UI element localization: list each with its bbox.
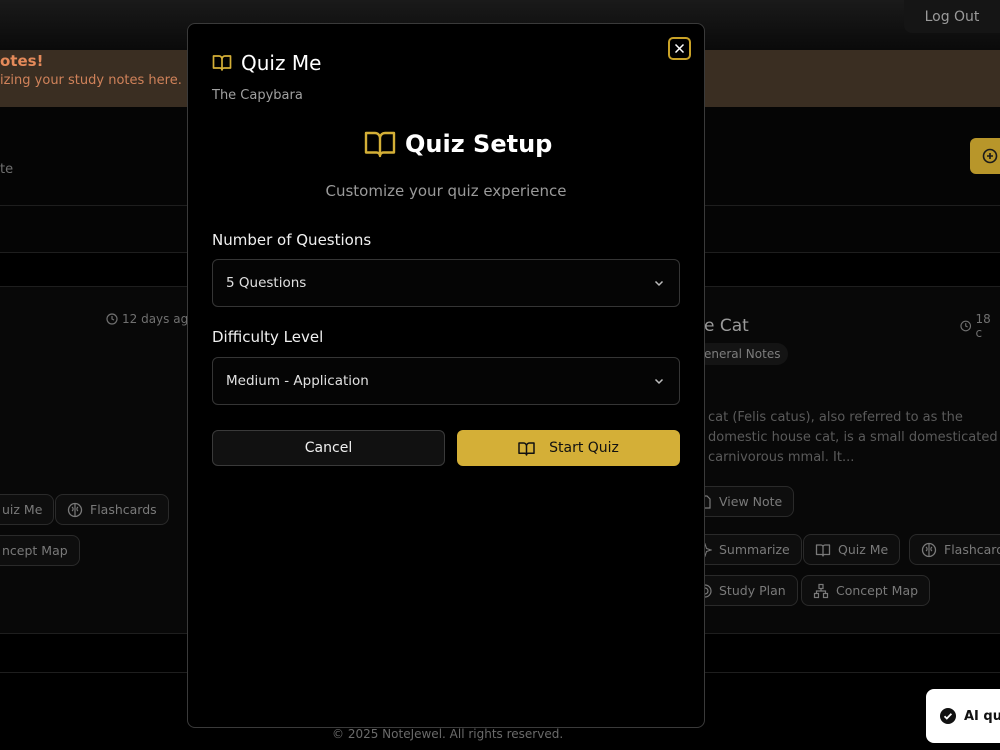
questions-label: Number of Questions: [212, 231, 372, 249]
modal-subtitle: The Capybara: [212, 88, 303, 103]
questions-select[interactable]: 5 Questions: [212, 259, 680, 307]
right-card-quiz-button[interactable]: Quiz Me: [803, 534, 901, 565]
brain-icon: [67, 502, 83, 517]
right-card-tag: eneral Notes: [696, 343, 789, 365]
left-card-time: 12 days ago: [106, 312, 196, 326]
book-open-icon: [212, 55, 232, 71]
left-card-flashcards-label: Flashcards: [90, 502, 157, 517]
chevron-down-icon: [654, 280, 664, 287]
difficulty-select-value: Medium - Application: [226, 373, 369, 389]
left-card-quiz-label: uiz Me: [2, 502, 43, 517]
left-card-time-text: 12 days ago: [122, 312, 196, 326]
view-note-label: View Note: [719, 494, 783, 509]
study-plan-label: Study Plan: [719, 583, 786, 598]
right-card-flashcards-button[interactable]: Flashcards: [909, 534, 1000, 565]
logout-button[interactable]: Log Out: [904, 0, 1000, 33]
right-card-title: e Cat: [704, 316, 749, 336]
clock-icon: [106, 313, 118, 325]
plus-circle-icon: [982, 148, 998, 164]
cancel-button[interactable]: Cancel: [212, 430, 445, 466]
section-partial-text: te: [0, 162, 14, 177]
right-card-excerpt: cat (Felis catus), also referred to as t…: [708, 410, 998, 465]
questions-select-value: 5 Questions: [226, 275, 307, 291]
clock-icon: [960, 320, 972, 332]
modal-title-text: Quiz Me: [241, 51, 322, 75]
left-card-quiz-button[interactable]: uiz Me: [0, 494, 55, 525]
difficulty-label: Difficulty Level: [212, 328, 324, 346]
quiz-setup-subtitle: Customize your quiz experience: [325, 182, 567, 200]
concept-map-label: Concept Map: [836, 583, 919, 598]
book-open-icon: [364, 131, 396, 158]
left-card-concept-map-button[interactable]: ncept Map: [0, 535, 80, 566]
footer-copyright: © 2025 NoteJewel. All rights reserved.: [332, 727, 564, 741]
summarize-label: Summarize: [719, 542, 790, 557]
banner-title: otes!: [0, 52, 44, 70]
quiz-setup-title-text: Quiz Setup: [405, 130, 553, 158]
book-open-icon: [815, 543, 831, 557]
left-card-concept-map-label: ncept Map: [2, 543, 68, 558]
add-note-button[interactable]: [970, 138, 1000, 174]
right-card-time: 18 c: [960, 312, 1000, 340]
right-card-quiz-label: Quiz Me: [838, 542, 889, 557]
modal-title: Quiz Me: [212, 51, 321, 75]
concept-map-button[interactable]: Concept Map: [801, 575, 931, 606]
network-icon: [813, 583, 829, 598]
right-card-time-text: 18 c: [975, 312, 991, 340]
close-button[interactable]: [668, 37, 691, 60]
toast-text: AI qui: [964, 708, 1000, 724]
right-card-flashcards-label: Flashcards: [944, 542, 1000, 557]
start-quiz-label: Start Quiz: [549, 440, 619, 456]
book-open-icon: [518, 441, 535, 456]
banner-text: izing your study notes here.: [0, 73, 182, 88]
brain-icon: [921, 542, 937, 557]
chevron-down-icon: [654, 378, 664, 385]
toast-notification: AI qui: [926, 689, 1000, 743]
difficulty-select[interactable]: Medium - Application: [212, 357, 680, 405]
left-card-flashcards-button[interactable]: Flashcards: [55, 494, 169, 525]
start-quiz-button[interactable]: Start Quiz: [457, 430, 680, 466]
check-circle-icon: [940, 708, 956, 724]
close-icon: [674, 43, 685, 54]
quiz-setup-title: Quiz Setup: [364, 130, 552, 158]
